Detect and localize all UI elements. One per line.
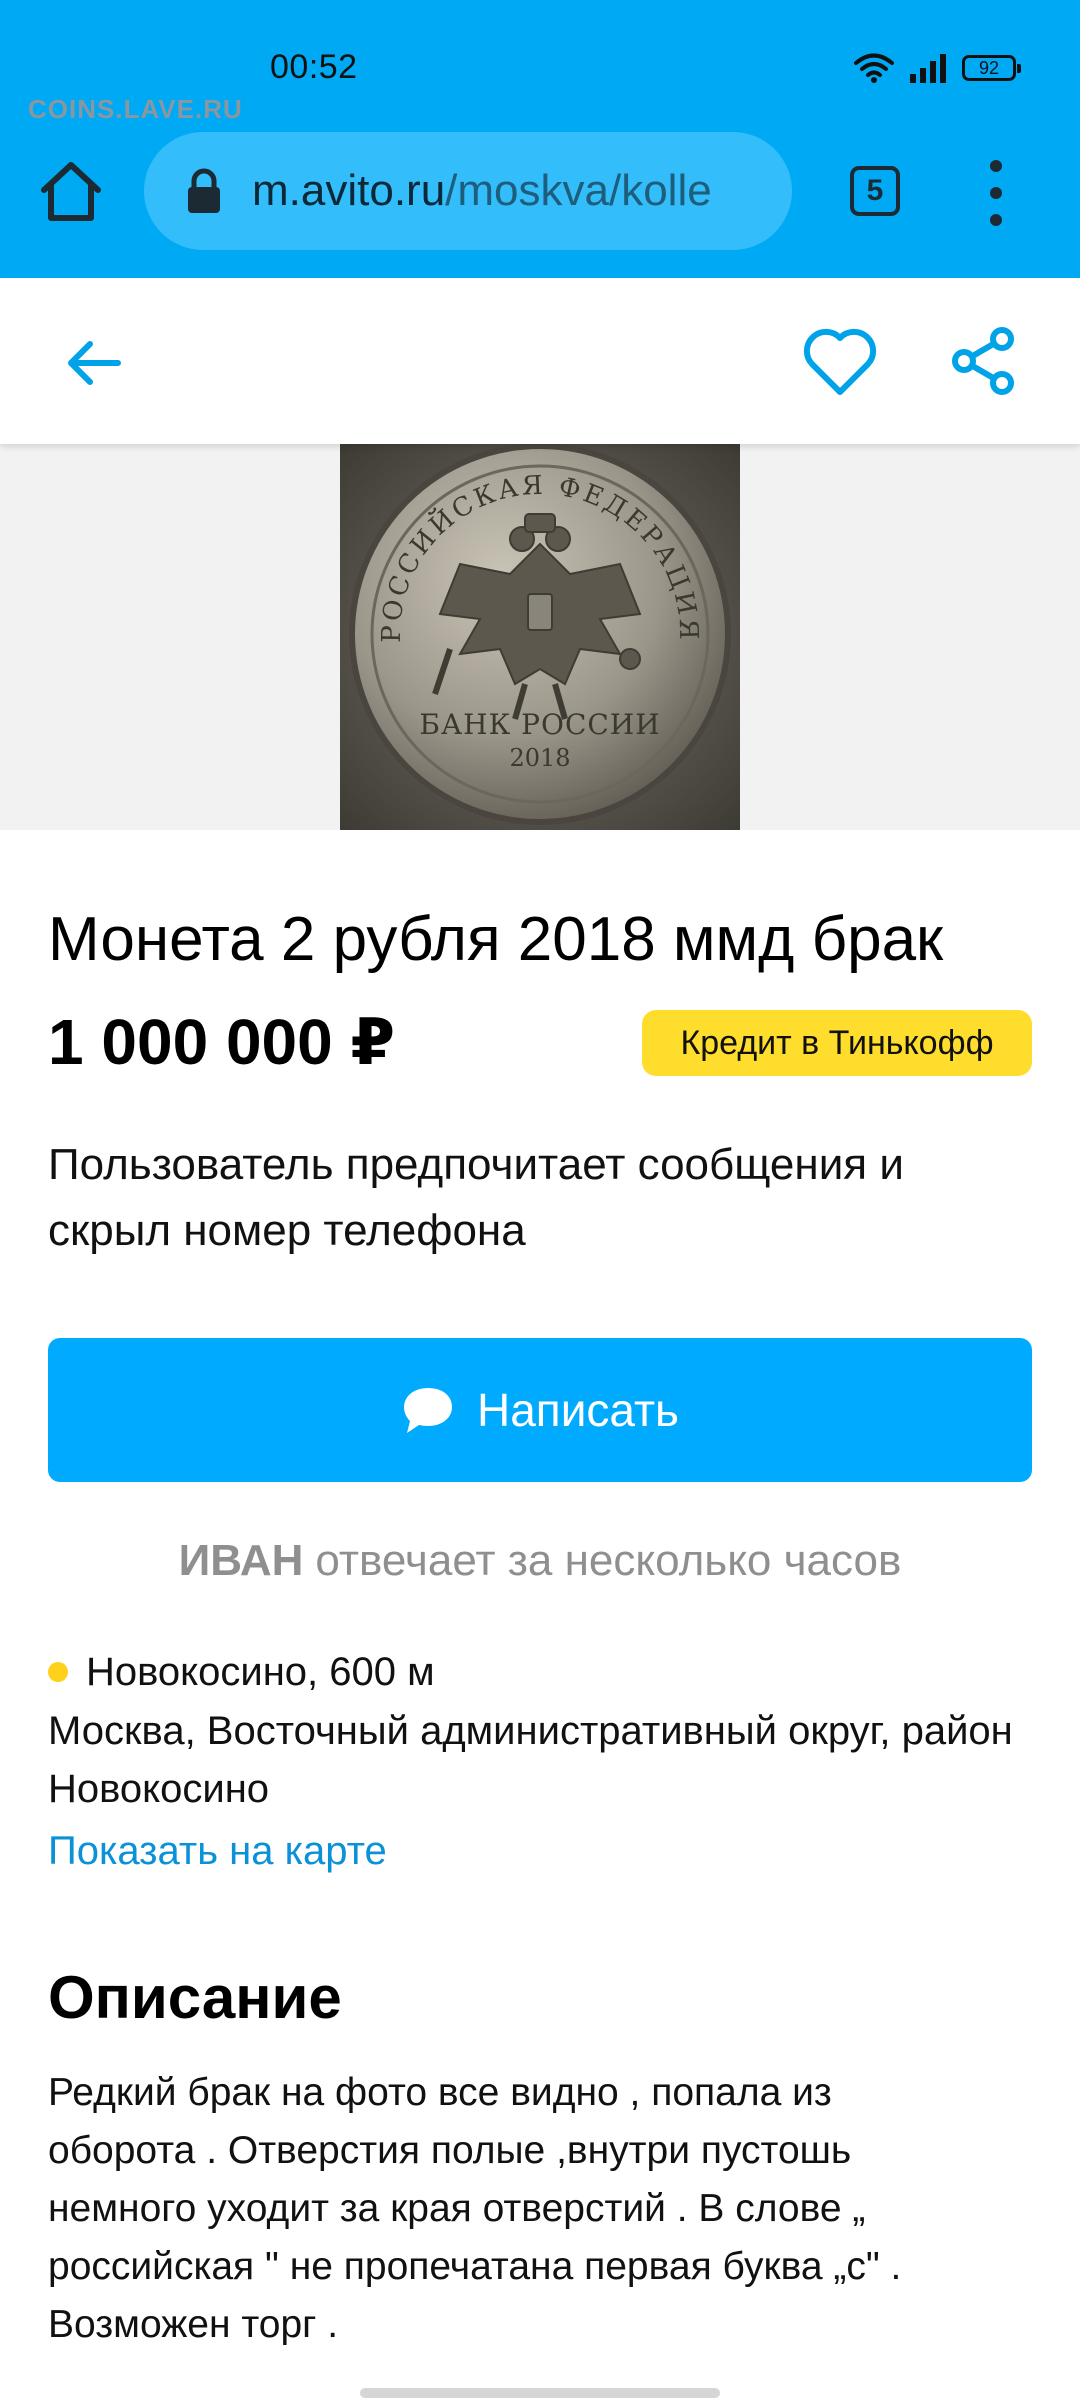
seller-name[interactable]: ИВАН: [179, 1536, 304, 1585]
description-text: Редкий брак на фото все видно , попала и…: [48, 2071, 902, 2346]
listing-title: Монета 2 рубля 2018 ммд брак: [48, 905, 944, 974]
watermark: COINS.LAVE.RU: [28, 94, 243, 124]
description-heading: Описание: [48, 1964, 342, 2031]
chat-bubble-icon: [403, 1388, 452, 1433]
lock-icon: [188, 168, 220, 213]
wifi-icon: [854, 53, 894, 83]
gesture-bar: [360, 2388, 720, 2398]
contact-notice: Пользователь предпочитает сообщения и ск…: [48, 1140, 904, 1255]
write-button-label: Написать: [476, 1384, 679, 1436]
coin-photo[interactable]: РОССИЙСКАЯ ФЕДЕРАЦИЯ БАНК РОССИИ 2018: [340, 444, 740, 830]
metro-label: Новокосино, 600 м: [86, 1650, 435, 1694]
coin-year: 2018: [509, 744, 570, 772]
menu-dot: [990, 187, 1002, 199]
status-icons: 92: [854, 48, 1021, 88]
arrow-back-icon[interactable]: [60, 328, 130, 398]
browser-toolbar: 00:52 COINS.LAVE.RU 92 m.avito.ru/moskva…: [0, 0, 1080, 278]
url-text[interactable]: m.avito.ru/moskva/kolle: [252, 166, 772, 216]
heart-icon[interactable]: [800, 324, 880, 400]
signal-icon: [910, 54, 946, 83]
address: Москва, Восточный административный округ…: [48, 1709, 1013, 1811]
status-time: 00:52: [270, 48, 358, 86]
metro-station: Новокосино, 600 м: [48, 1644, 435, 1700]
menu-dot: [990, 214, 1002, 226]
battery-icon: 92: [962, 55, 1021, 81]
url-host: m.avito.ru: [252, 166, 446, 215]
credit-badge[interactable]: Кредит в Тинькофф: [642, 1010, 1032, 1076]
metro-line-icon: [48, 1662, 68, 1682]
tab-switcher-button[interactable]: 5: [850, 166, 900, 216]
menu-dot: [990, 160, 1002, 172]
coin-image: РОССИЙСКАЯ ФЕДЕРАЦИЯ БАНК РОССИИ 2018: [340, 444, 740, 830]
url-path: /moskva/kolle: [445, 166, 712, 215]
write-message-button[interactable]: Написать: [48, 1338, 1032, 1482]
listing-top-bar: [0, 278, 1080, 444]
photo-gallery[interactable]: РОССИЙСКАЯ ФЕДЕРАЦИЯ БАНК РОССИИ 2018: [0, 444, 1080, 830]
coin-inscription-bottom: БАНК РОССИИ: [419, 708, 660, 741]
home-icon[interactable]: [36, 156, 106, 226]
share-icon[interactable]: [948, 326, 1018, 396]
seller-info: ИВАН отвечает за несколько часов: [0, 1526, 1080, 1596]
seller-response-time: отвечает за несколько часов: [315, 1536, 902, 1585]
battery-level: 92: [978, 57, 1000, 78]
listing-price: 1 000 000 ₽: [48, 1006, 396, 1078]
address-bar[interactable]: m.avito.ru/moskva/kolle: [144, 132, 792, 250]
more-vertical-icon[interactable]: [976, 160, 1016, 226]
show-on-map-link[interactable]: Показать на карте: [48, 1822, 387, 1880]
